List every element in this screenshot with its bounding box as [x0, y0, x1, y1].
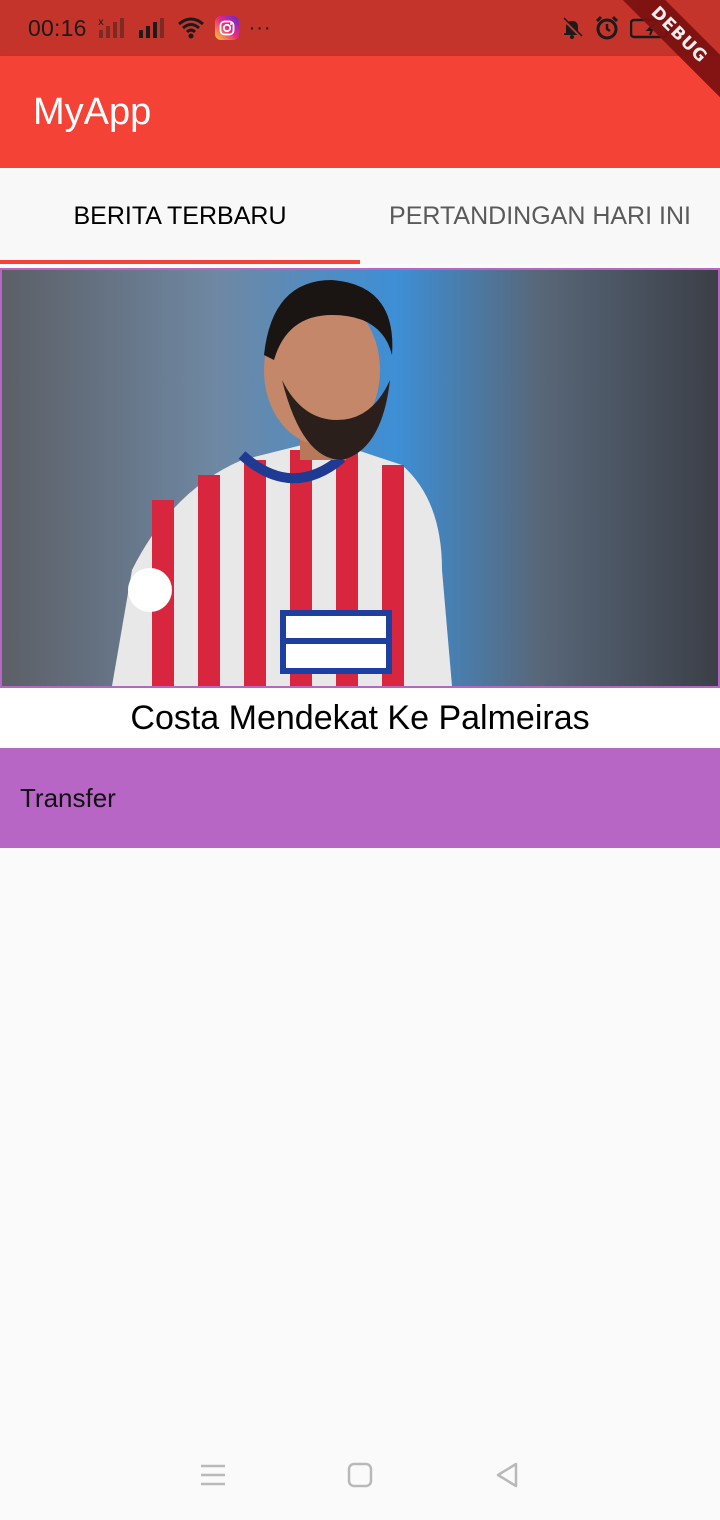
- app-bar: MyApp: [0, 56, 720, 168]
- alarm-icon: [594, 15, 620, 41]
- tab-bar: BERITA TERBARU PERTANDINGAN HARI INI: [0, 168, 720, 264]
- bell-off-icon: [560, 16, 584, 40]
- category-label: Transfer: [20, 782, 116, 813]
- status-bar: 00:16 x ···: [0, 0, 720, 56]
- status-time: 00:16: [28, 14, 87, 41]
- back-triangle-icon[interactable]: [477, 1445, 537, 1505]
- status-left: 00:16 x ···: [28, 15, 272, 42]
- tab-indicator: [0, 260, 360, 264]
- home-square-icon[interactable]: [330, 1445, 390, 1505]
- category-bar: Transfer: [0, 748, 720, 848]
- wifi-icon: [177, 16, 205, 40]
- nav-bar: [0, 1430, 720, 1520]
- more-dots-icon: ···: [248, 16, 272, 39]
- news-title[interactable]: Costa Mendekat Ke Palmeiras: [0, 688, 720, 748]
- screen: 00:16 x ··· MyApp DEBUG BERITA TERBARU P…: [0, 0, 720, 1520]
- no-signal-icon: x: [97, 16, 127, 40]
- signal-icon: [137, 16, 167, 40]
- football-player-photo: [2, 270, 718, 686]
- tab-berita-terbaru[interactable]: BERITA TERBARU: [0, 168, 360, 264]
- tab-label: PERTANDINGAN HARI INI: [389, 201, 691, 230]
- news-image[interactable]: [0, 268, 720, 688]
- instagram-icon: [214, 16, 239, 40]
- tab-label: BERITA TERBARU: [73, 201, 287, 230]
- svg-text:x: x: [98, 17, 104, 28]
- menu-icon[interactable]: [183, 1445, 243, 1505]
- app-title: MyApp: [33, 90, 152, 133]
- tab-pertandingan-hari-ini[interactable]: PERTANDINGAN HARI INI: [360, 168, 720, 264]
